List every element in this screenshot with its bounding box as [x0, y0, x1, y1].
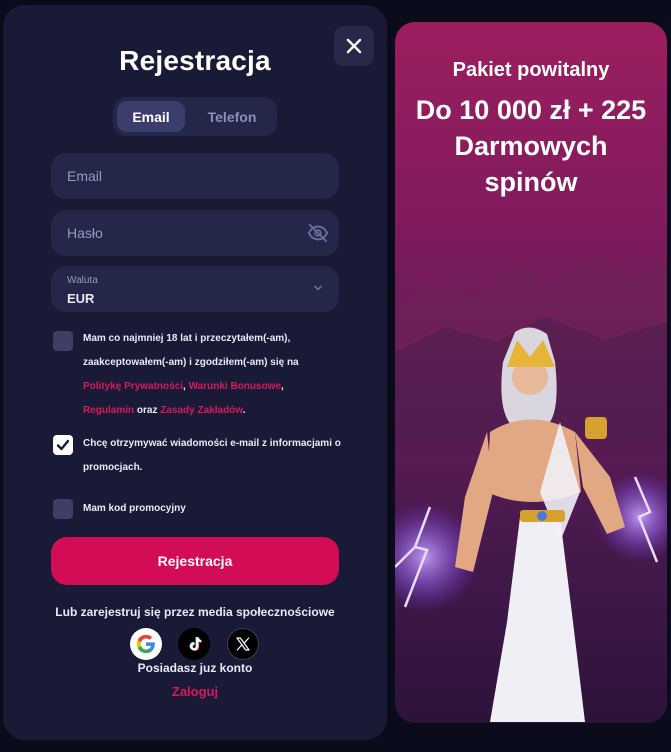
privacy-policy-link[interactable]: Politykę Prywatności [83, 381, 183, 392]
currency-value: EUR [67, 291, 95, 306]
newsletter-checkbox[interactable] [53, 435, 73, 455]
social-signup-title: Lub zarejestruj się przez media społeczn… [55, 605, 335, 619]
promo-code-checkbox[interactable] [53, 499, 73, 519]
have-account-text: Posiadasz juz konto [137, 661, 253, 675]
tab-email[interactable]: Email [117, 101, 185, 132]
email-field[interactable]: Email [51, 153, 339, 199]
currency-label: Waluta [67, 275, 98, 286]
betting-rules-link[interactable]: Zasady Zakładów [160, 405, 242, 416]
signup-method-tabs: Email Telefon [113, 97, 277, 136]
x-icon [236, 637, 250, 651]
currency-select[interactable]: Waluta EUR [51, 266, 339, 312]
google-signup-button[interactable] [130, 628, 162, 660]
terms-link[interactable]: Regulamin [83, 405, 134, 416]
eye-off-icon[interactable] [307, 222, 329, 244]
newsletter-text: Chcę otrzymywać wiadomości e-mail z info… [83, 438, 341, 473]
checkmark-icon [56, 439, 70, 451]
google-icon [136, 634, 155, 654]
age-consent-checkbox[interactable] [53, 331, 73, 351]
password-field[interactable]: Hasło [51, 210, 339, 256]
email-placeholder: Email [67, 168, 103, 184]
tab-phone[interactable]: Telefon [193, 101, 271, 132]
chevron-down-icon [314, 285, 322, 291]
welcome-bonus-banner: Pakiet powitalny Do 10 000 zł + 225 Darm… [395, 22, 667, 723]
promo-headline: Do 10 000 zł + 225 Darmowych spinów [415, 95, 647, 197]
tiktok-icon [189, 636, 202, 651]
age-consent-text: Mam co najmniej 18 lat i przeczytałem(-a… [83, 333, 299, 416]
register-button[interactable]: Rejestracja [51, 537, 339, 585]
tiktok-signup-button[interactable] [178, 628, 210, 660]
bonus-terms-link[interactable]: Warunki Bonusowe [189, 381, 281, 392]
login-link[interactable]: Zaloguj [0, 684, 390, 699]
password-placeholder: Hasło [67, 225, 103, 241]
promo-subtitle: Pakiet powitalny [452, 59, 610, 81]
promo-code-text: Mam kod promocyjny [83, 503, 186, 514]
page-title: Rejestracja [119, 45, 271, 76]
x-signup-button[interactable] [227, 628, 259, 660]
